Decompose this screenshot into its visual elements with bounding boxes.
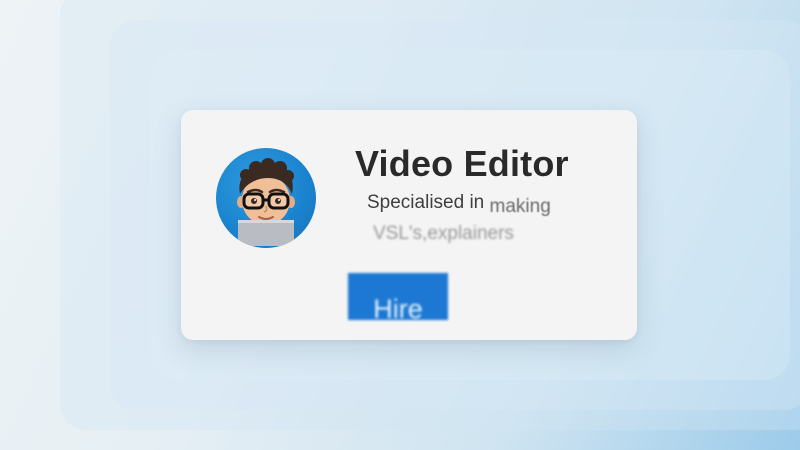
specialisation-list: VSL's,explainers [373, 223, 514, 244]
hire-button-label: Hire [373, 294, 423, 320]
avatar [216, 148, 316, 248]
job-title: Video Editor [355, 143, 569, 184]
hire-button[interactable]: Hire [348, 273, 448, 320]
specialisation-text-end: making [489, 196, 551, 217]
specialisation-text: Specialised in making [367, 192, 551, 217]
profile-card: Video Editor Specialised in making VSL's… [181, 110, 637, 340]
specialisation-text-start: Specialised in [367, 192, 485, 213]
memoji-avatar-icon [237, 158, 295, 246]
